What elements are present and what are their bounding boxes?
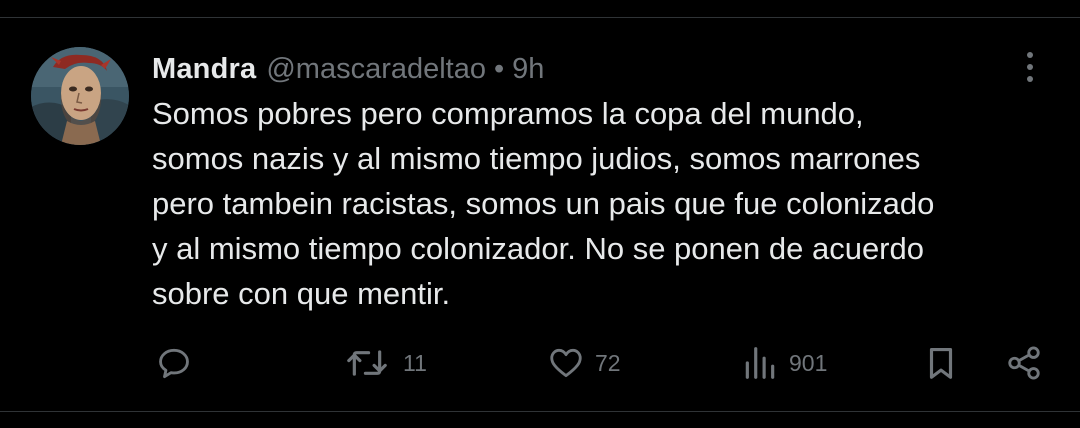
bookmark-button[interactable] — [922, 338, 960, 388]
retweet-arrows-icon — [347, 350, 387, 376]
tweet-text-line: Somos pobres pero compramos la copa del … — [152, 96, 864, 131]
bottom-divider — [0, 411, 1080, 412]
header-separator: • — [494, 52, 505, 85]
views-count: 901 — [789, 349, 828, 376]
bookmark-icon — [929, 347, 953, 379]
more-options-button[interactable] — [1012, 47, 1048, 87]
author-display-name[interactable]: Mandra — [152, 53, 256, 86]
vertical-dots-icon — [1027, 52, 1033, 58]
tweet-text-line: sobre con que mentir. — [152, 276, 451, 311]
tweet-header: Mandra @mascaradeltao • 9h — [152, 49, 544, 89]
avatar-image — [31, 47, 129, 145]
bar-chart-icon — [745, 347, 775, 379]
top-divider — [0, 17, 1080, 18]
avatar[interactable] — [31, 47, 129, 145]
speech-bubble-icon — [159, 348, 189, 379]
retweet-button[interactable]: 11 — [341, 338, 427, 388]
tweet-text-line: somos nazis y al mismo tiempo judios, so… — [152, 141, 921, 176]
tweet-text-line: y al mismo tiempo colonizador. No se pon… — [152, 231, 924, 266]
like-button[interactable]: 72 — [547, 338, 621, 388]
share-nodes-icon — [1008, 346, 1040, 380]
views-button[interactable]: 901 — [741, 338, 827, 388]
tweet-actions: 11 72 901 — [0, 338, 1080, 388]
reply-button[interactable] — [155, 338, 193, 388]
heart-icon — [550, 348, 582, 378]
tweet-text-line: pero tambein racistas, somos un pais que… — [152, 186, 935, 221]
share-button[interactable] — [1005, 338, 1043, 388]
like-count: 72 — [595, 349, 621, 376]
tweet-text: Somos pobres pero compramos la copa del … — [152, 91, 1052, 316]
tweet-timestamp[interactable]: 9h — [512, 53, 544, 86]
retweet-count: 11 — [403, 349, 427, 376]
author-handle[interactable]: @mascaradeltao — [266, 53, 486, 86]
